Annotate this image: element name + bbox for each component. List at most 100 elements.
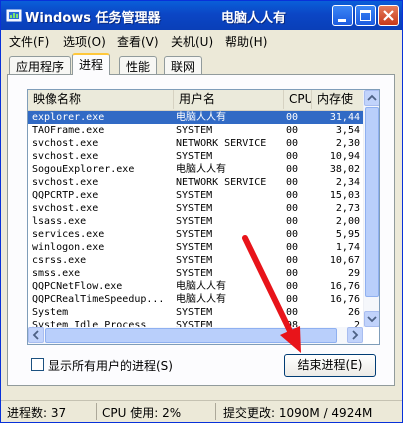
process-memory: 10,67	[329, 255, 360, 266]
minimize-button[interactable]	[332, 5, 353, 26]
process-row[interactable]: svchost.exe NETWORK SERVICE 00 2,30	[28, 137, 364, 150]
vertical-scroll-thumb[interactable]	[365, 107, 379, 297]
process-list-header: 映像名称 用户名 CPU 内存使	[28, 90, 364, 111]
menu-file[interactable]: 文件(F)	[9, 33, 49, 50]
horizontal-scroll-thumb[interactable]	[45, 328, 337, 343]
process-cpu: 00	[286, 151, 299, 162]
chevron-down-icon	[367, 316, 377, 323]
close-button[interactable]	[378, 5, 399, 26]
column-header-cpu[interactable]: CPU	[284, 90, 312, 109]
process-image-name: lsass.exe	[32, 216, 87, 227]
tab-networking[interactable]: 联网	[164, 56, 203, 74]
minimize-icon	[338, 19, 346, 22]
tab-strip: 应用程序 进程 性能 联网	[1, 53, 402, 75]
task-manager-app-icon	[6, 9, 22, 22]
process-row[interactable]: svchost.exe SYSTEM 00 10,94	[28, 150, 364, 163]
task-manager-window: Windows 任务管理器 电脑人人有 文件(F) 选项(O) 查看(V) 关机…	[0, 0, 403, 423]
horizontal-scrollbar[interactable]	[28, 327, 363, 344]
process-row[interactable]: csrss.exe SYSTEM 00 10,67	[28, 254, 364, 267]
process-row[interactable]: services.exe SYSTEM 00 5,95	[28, 228, 364, 241]
process-user-name: SYSTEM	[176, 307, 213, 318]
process-row[interactable]: SogouExplorer.exe 电脑人人有 00 38,02	[28, 163, 364, 176]
column-header-image-name[interactable]: 映像名称	[28, 90, 174, 109]
maximize-button[interactable]	[355, 5, 376, 26]
process-cpu: 00	[286, 229, 299, 240]
process-image-name: QQPCRTP.exe	[32, 190, 99, 201]
process-memory: 5,95	[335, 229, 360, 240]
process-memory: 16,76	[329, 294, 360, 305]
column-header-memory[interactable]: 内存使	[312, 90, 364, 109]
process-image-name: winlogon.exe	[32, 242, 105, 253]
process-row[interactable]: System SYSTEM 00 26	[28, 306, 364, 319]
process-image-name: explorer.exe	[32, 112, 105, 123]
end-process-button[interactable]: 结束进程(E)	[284, 354, 376, 377]
process-image-name: smss.exe	[32, 268, 81, 279]
process-memory: 2,30	[335, 138, 360, 149]
maximize-icon	[360, 10, 371, 21]
process-image-name: svchost.exe	[32, 151, 99, 162]
tab-performance[interactable]: 性能	[119, 56, 158, 74]
process-user-name: NETWORK SERVICE	[176, 177, 267, 188]
process-cpu: 00	[286, 125, 299, 136]
process-image-name: svchost.exe	[32, 203, 99, 214]
process-row[interactable]: QQPCRTP.exe SYSTEM 00 15,03	[28, 189, 364, 202]
process-cpu: 00	[286, 242, 299, 253]
status-cpu-usage: CPU 使用: 2%	[102, 406, 182, 420]
menu-view[interactable]: 查看(V)	[117, 33, 159, 50]
process-image-name: svchost.exe	[32, 138, 99, 149]
tab-processes[interactable]: 进程	[72, 53, 111, 75]
process-memory: 15,03	[329, 190, 360, 201]
process-row[interactable]: svchost.exe NETWORK SERVICE 00 2,34	[28, 176, 364, 189]
process-memory: 2,00	[335, 216, 360, 227]
show-all-users-label[interactable]: 显示所有用户的进程(S)	[48, 357, 173, 374]
process-cpu: 00	[286, 268, 299, 279]
process-row[interactable]: QQPCNetFlow.exe 电脑人人有 00 16,76	[28, 280, 364, 293]
menu-options[interactable]: 选项(O)	[63, 33, 106, 50]
process-memory: 26	[347, 307, 360, 318]
process-user-name: SYSTEM	[176, 242, 213, 253]
process-cpu: 00	[286, 281, 299, 292]
chevron-up-icon	[367, 94, 377, 101]
process-user-name: 电脑人人有	[176, 281, 226, 292]
scroll-left-button[interactable]	[28, 327, 44, 343]
process-row[interactable]: winlogon.exe SYSTEM 00 1,74	[28, 241, 364, 254]
chevron-right-icon	[352, 330, 359, 340]
menu-shutdown[interactable]: 关机(U)	[171, 33, 213, 50]
process-row[interactable]: TAOFrame.exe SYSTEM 00 3,54	[28, 124, 364, 137]
status-divider	[96, 403, 97, 420]
process-cpu: 00	[286, 307, 299, 318]
scroll-right-button[interactable]	[347, 327, 363, 343]
process-image-name: QQPCNetFlow.exe	[32, 281, 123, 292]
process-user-name: 电脑人人有	[176, 294, 226, 305]
process-row[interactable]: explorer.exe 电脑人人有 00 31,44	[28, 111, 364, 124]
process-rows: explorer.exe 电脑人人有 00 31,44 TAOFrame.exe SYST…	[28, 111, 364, 332]
process-image-name: QQPCRealTimeSpeedup...	[32, 294, 165, 305]
process-row[interactable]: svchost.exe SYSTEM 00 2,73	[28, 202, 364, 215]
tab-applications[interactable]: 应用程序	[9, 56, 72, 74]
process-image-name: services.exe	[32, 229, 105, 240]
menu-help[interactable]: 帮助(H)	[225, 33, 267, 50]
show-all-users-checkbox[interactable]	[31, 358, 44, 371]
process-user-name: SYSTEM	[176, 255, 213, 266]
process-list[interactable]: 映像名称 用户名 CPU 内存使 explorer.exe 电脑人人有 00 31,4…	[27, 89, 380, 345]
process-row[interactable]: QQPCRealTimeSpeedup... 电脑人人有 00 16,76	[28, 293, 364, 306]
title-overlay-text: 电脑人人有	[221, 11, 287, 26]
scroll-down-button[interactable]	[364, 311, 379, 327]
process-memory: 31,44	[329, 112, 360, 123]
process-memory: 1,74	[335, 242, 360, 253]
process-row[interactable]: lsass.exe SYSTEM 00 2,00	[28, 215, 364, 228]
process-user-name: NETWORK SERVICE	[176, 138, 267, 149]
title-bar[interactable]: Windows 任务管理器 电脑人人有	[1, 1, 402, 30]
process-memory: 16,76	[329, 281, 360, 292]
process-cpu: 00	[286, 255, 299, 266]
scroll-up-button[interactable]	[364, 90, 379, 106]
process-user-name: SYSTEM	[176, 268, 213, 279]
process-memory: 29	[347, 268, 360, 279]
vertical-scrollbar[interactable]	[363, 90, 379, 327]
close-icon	[383, 10, 394, 21]
process-row[interactable]: smss.exe SYSTEM 00 29	[28, 267, 364, 280]
process-user-name: 电脑人人有	[176, 164, 226, 175]
column-header-user-name[interactable]: 用户名	[174, 90, 284, 109]
process-cpu: 00	[286, 294, 299, 305]
process-user-name: SYSTEM	[176, 229, 213, 240]
